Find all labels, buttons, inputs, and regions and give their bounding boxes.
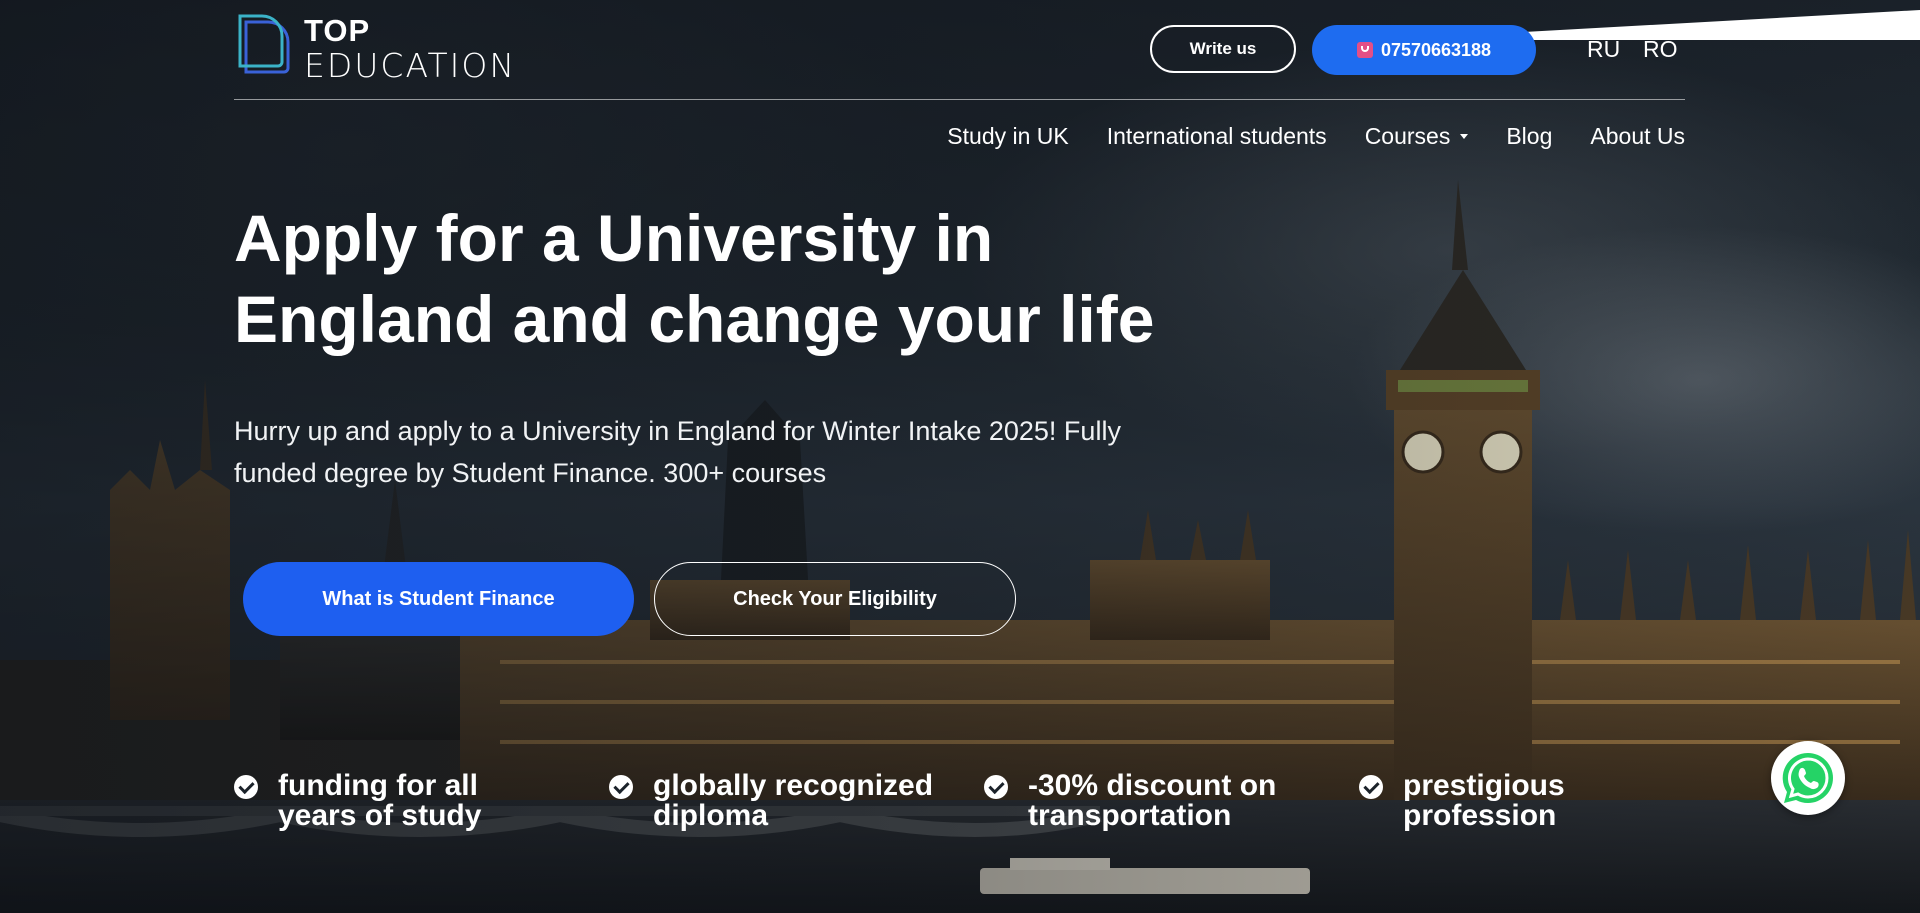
whatsapp-button[interactable] bbox=[1771, 741, 1845, 815]
nav-item-blog[interactable]: Blog bbox=[1506, 123, 1552, 150]
hero-subtitle-line2: funded degree by Student Finance. 300+ c… bbox=[234, 458, 827, 488]
feature-item: funding for all years of study bbox=[234, 771, 609, 831]
chevron-down-icon bbox=[1460, 134, 1469, 139]
header-divider bbox=[234, 99, 1685, 100]
nav-item-about-us[interactable]: About Us bbox=[1590, 123, 1685, 150]
hero-subtitle-line1: Hurry up and apply to a University in En… bbox=[234, 416, 1121, 446]
logo-name-top: TOP bbox=[304, 12, 371, 48]
write-us-button[interactable]: Write us bbox=[1150, 25, 1296, 73]
language-ru-link[interactable]: RU bbox=[1587, 36, 1620, 63]
hero-subtitle: Hurry up and apply to a University in En… bbox=[234, 410, 1174, 494]
feature-item: -30% discount on transportation bbox=[984, 771, 1359, 831]
student-finance-button[interactable]: What is Student Finance bbox=[243, 562, 634, 636]
check-circle-icon bbox=[609, 775, 633, 799]
whatsapp-icon bbox=[1782, 752, 1833, 804]
logo-name-bottom: EDUCATION bbox=[304, 45, 517, 85]
features-list: funding for all years of study globally r… bbox=[234, 771, 1734, 831]
nav-item-study-in-uk[interactable]: Study in UK bbox=[947, 123, 1068, 150]
check-eligibility-button[interactable]: Check Your Eligibility bbox=[654, 562, 1016, 636]
phone-button[interactable]: 07570663188 bbox=[1312, 25, 1536, 75]
hero-title: Apply for a University in England and ch… bbox=[234, 198, 1234, 360]
check-circle-icon bbox=[984, 775, 1008, 799]
hero-title-line1: Apply for a University in bbox=[234, 201, 994, 275]
site-logo[interactable]: TOP EDUCATION bbox=[234, 12, 516, 82]
nav-item-international-students[interactable]: International students bbox=[1107, 123, 1327, 150]
phone-icon bbox=[1356, 42, 1373, 58]
nav-item-courses[interactable]: Courses bbox=[1365, 123, 1469, 150]
phone-number: 07570663188 bbox=[1380, 39, 1492, 60]
language-ro-link[interactable]: RO bbox=[1643, 36, 1678, 63]
logo-icon bbox=[234, 12, 292, 82]
feature-item: prestigious profession bbox=[1359, 771, 1734, 831]
hero-title-line2: England and change your life bbox=[234, 282, 1155, 356]
check-circle-icon bbox=[1359, 775, 1383, 799]
main-nav: Study in UK International students Cours… bbox=[947, 123, 1685, 150]
feature-item: globally recognized diploma bbox=[609, 771, 984, 831]
check-circle-icon bbox=[234, 775, 258, 799]
